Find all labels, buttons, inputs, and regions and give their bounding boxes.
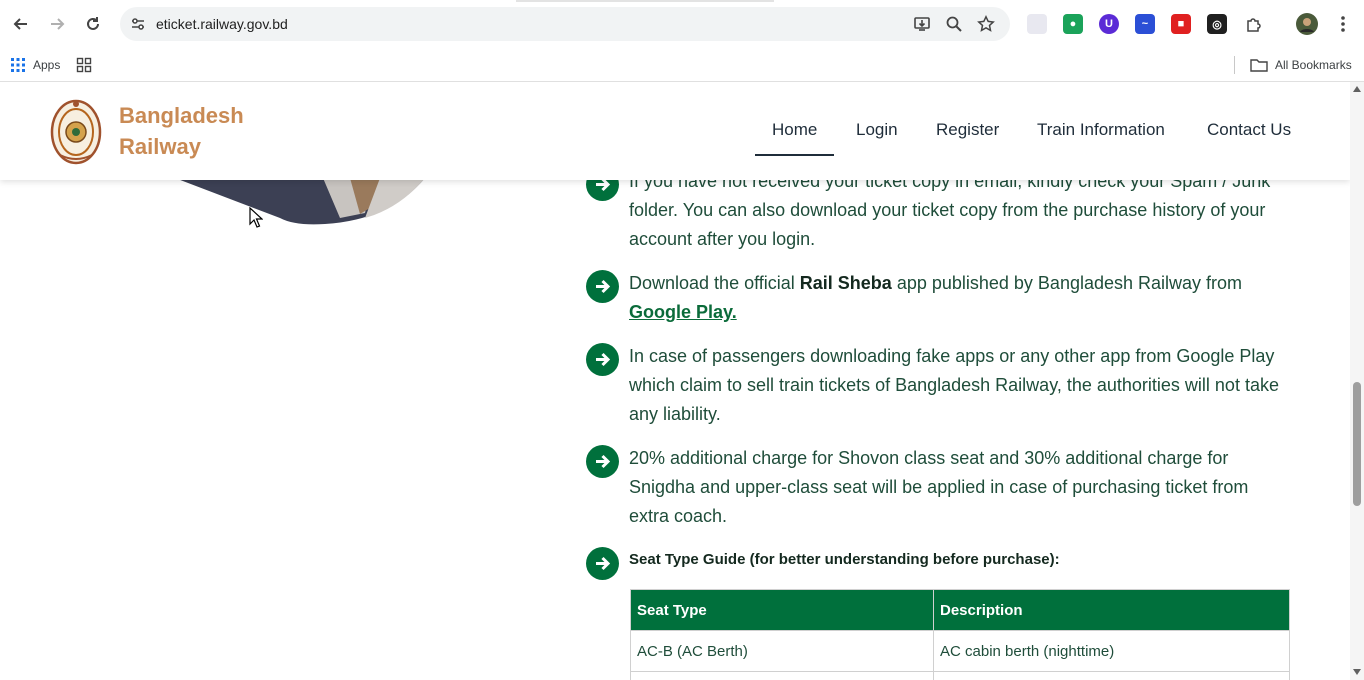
seat-type-cell: AC-B (AC Berth) bbox=[630, 630, 934, 672]
table-row: AC-B (AC Berth) AC cabin berth (nighttim… bbox=[630, 630, 1290, 672]
extension-wave-icon[interactable]: ~ bbox=[1135, 14, 1155, 34]
extension-u-icon[interactable]: U bbox=[1099, 14, 1119, 34]
spam-folder-note: If you have not received your ticket cop… bbox=[629, 171, 1271, 249]
extension-dark-icon[interactable]: ◎ bbox=[1207, 14, 1227, 34]
scroll-up-arrow-icon[interactable] bbox=[1353, 86, 1361, 92]
profile-avatar[interactable] bbox=[1295, 12, 1319, 36]
forward-button[interactable] bbox=[45, 12, 69, 36]
brand-name[interactable]: Bangladesh Railway bbox=[119, 100, 244, 162]
arrow-right-icon bbox=[586, 343, 619, 376]
nav-active-indicator bbox=[755, 154, 834, 156]
extension-blank-icon[interactable] bbox=[1027, 14, 1047, 34]
nav-train-information[interactable]: Train Information bbox=[1037, 120, 1165, 140]
folder-icon bbox=[1250, 59, 1268, 72]
scrollbar-thumb[interactable] bbox=[1353, 382, 1361, 506]
address-bar[interactable]: eticket.railway.gov.bd bbox=[120, 7, 1010, 41]
google-play-link[interactable]: Google Play. bbox=[629, 302, 737, 322]
column-header-seat-type: Seat Type bbox=[630, 589, 934, 631]
apps-grid-icon bbox=[11, 58, 25, 72]
install-app-icon[interactable] bbox=[912, 14, 932, 34]
bookmark-star-icon[interactable] bbox=[976, 14, 996, 34]
rail-sheba-text-post: app published by Bangladesh Railway from bbox=[891, 273, 1243, 293]
extra-coach-charge-note: 20% additional charge for Shovon class s… bbox=[629, 448, 1249, 526]
fake-apps-warning: In case of passengers downloading fake a… bbox=[629, 346, 1279, 424]
tab-strip-edge bbox=[516, 0, 774, 2]
apps-bookmark[interactable]: Apps bbox=[10, 54, 60, 76]
bookmarks-divider bbox=[1234, 56, 1235, 74]
reload-button[interactable] bbox=[81, 12, 105, 36]
web-page: Bangladesh Railway Home Login Register T… bbox=[0, 82, 1350, 680]
all-bookmarks-button[interactable]: All Bookmarks bbox=[1250, 54, 1352, 76]
reload-icon bbox=[87, 17, 99, 30]
zoom-icon[interactable] bbox=[944, 14, 964, 34]
hero-image-fragment bbox=[175, 178, 425, 225]
seat-type-guide-heading: Seat Type Guide (for better understandin… bbox=[629, 551, 1060, 568]
scroll-down-arrow-icon[interactable] bbox=[1353, 669, 1361, 675]
brand-line-2: Railway bbox=[119, 134, 201, 159]
url-text[interactable]: eticket.railway.gov.bd bbox=[156, 16, 288, 32]
brand-line-1: Bangladesh bbox=[119, 103, 244, 128]
nav-login[interactable]: Login bbox=[856, 120, 898, 140]
apps-label: Apps bbox=[33, 58, 61, 72]
extension-record-icon[interactable]: ● bbox=[1063, 14, 1083, 34]
rail-sheba-app-name: Rail Sheba bbox=[799, 273, 892, 293]
arrow-right-icon bbox=[586, 445, 619, 478]
table-row bbox=[630, 671, 1290, 680]
nav-register[interactable]: Register bbox=[936, 120, 999, 140]
seat-type-table: Seat Type Description AC-B (AC Berth) AC… bbox=[630, 589, 1290, 680]
mouse-cursor-icon bbox=[249, 207, 263, 228]
bangladesh-railway-logo[interactable] bbox=[50, 99, 102, 165]
site-header: Bangladesh Railway Home Login Register T… bbox=[0, 82, 1350, 180]
back-arrow-icon bbox=[13, 18, 27, 30]
all-bookmarks-label: All Bookmarks bbox=[1275, 58, 1352, 72]
table-header-row: Seat Type Description bbox=[630, 589, 1290, 631]
arrow-right-icon bbox=[586, 547, 619, 580]
rail-sheba-text-pre: Download the official bbox=[629, 273, 800, 293]
column-header-description: Description bbox=[933, 589, 1290, 631]
rail-sheba-note: Download the official Rail Sheba app pub… bbox=[629, 269, 1289, 327]
extensions-puzzle-icon[interactable] bbox=[1242, 12, 1266, 36]
page-scrollbar[interactable] bbox=[1350, 82, 1364, 680]
tab-groups-icon[interactable] bbox=[76, 54, 92, 76]
browser-menu-icon[interactable] bbox=[1331, 12, 1355, 36]
seat-type-cell bbox=[630, 671, 934, 680]
nav-contact-us[interactable]: Contact Us bbox=[1207, 120, 1291, 140]
browser-toolbar: eticket.railway.gov.bd ● U ~ ■ ◎ bbox=[0, 0, 1364, 48]
nav-home[interactable]: Home bbox=[772, 120, 817, 140]
forward-arrow-icon bbox=[51, 18, 65, 30]
bookmarks-bar: Apps All Bookmarks bbox=[0, 48, 1364, 82]
arrow-right-icon bbox=[586, 270, 619, 303]
description-cell: AC cabin berth (nighttime) bbox=[933, 630, 1290, 672]
site-info-icon[interactable] bbox=[128, 14, 148, 34]
description-cell bbox=[933, 671, 1290, 680]
extension-lock-icon[interactable]: ■ bbox=[1171, 14, 1191, 34]
back-button[interactable] bbox=[9, 12, 33, 36]
